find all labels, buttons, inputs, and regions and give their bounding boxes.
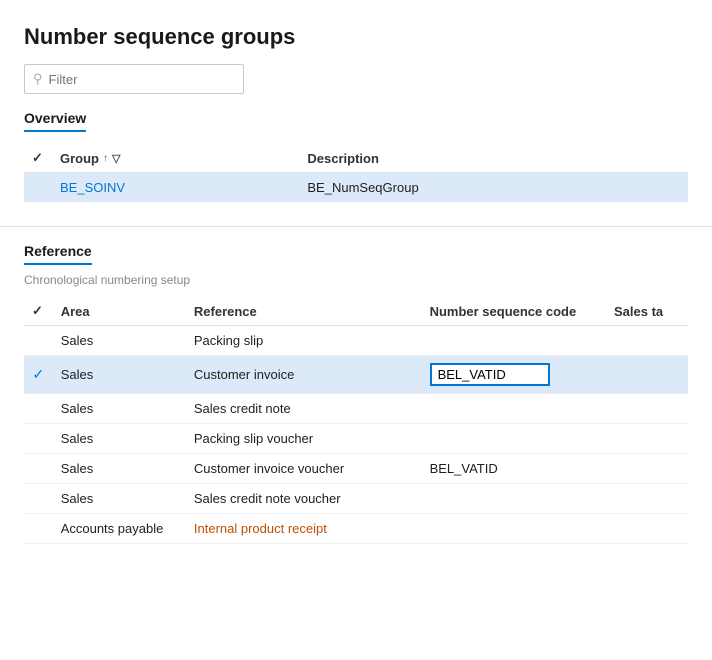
ref-row-numseq[interactable] [422, 356, 606, 394]
ref-row-numseq [422, 424, 606, 454]
ref-row-area: Accounts payable [53, 514, 186, 544]
reference-sublabel: Chronological numbering setup [24, 273, 688, 287]
ref-row-check: ✓ [24, 356, 53, 394]
ref-row-reference: Customer invoice [186, 356, 422, 394]
ref-row-check [24, 326, 53, 356]
table-row[interactable]: Sales Packing slip [24, 326, 688, 356]
ref-col-area: Area [53, 297, 186, 326]
row-group-cell: BE_SOINV [52, 173, 299, 203]
table-row[interactable]: Sales Packing slip voucher [24, 424, 688, 454]
check-header-icon: ✓ [32, 150, 43, 165]
ref-row-numseq [422, 514, 606, 544]
reference-table: ✓ Area Reference Number sequence code Sa… [24, 297, 688, 544]
ref-row-numseq [422, 484, 606, 514]
row-description-cell: BE_NumSeqGroup [299, 173, 688, 203]
overview-col-description: Description [299, 144, 688, 173]
ref-row-reference: Customer invoice voucher [186, 454, 422, 484]
main-page: Number sequence groups ⚲ Overview ✓ Grou… [0, 0, 712, 660]
ref-check-header: ✓ [32, 303, 43, 318]
row-check-cell [24, 173, 52, 203]
tab-reference[interactable]: Reference [24, 243, 92, 265]
ref-row-check [24, 394, 53, 424]
filter-bar[interactable]: ⚲ [24, 64, 244, 94]
ref-row-salesta [606, 454, 688, 484]
ref-row-area: Sales [53, 424, 186, 454]
ref-row-salesta [606, 514, 688, 544]
ref-row-check [24, 514, 53, 544]
group-col-label: Group [60, 151, 99, 166]
ref-row-area: Sales [53, 454, 186, 484]
ref-row-check [24, 484, 53, 514]
group-filter-icon[interactable]: ▽ [112, 152, 120, 165]
filter-input[interactable] [49, 72, 235, 87]
ref-row-reference: Packing slip voucher [186, 424, 422, 454]
section-divider [0, 226, 712, 227]
ref-col-salesta: Sales ta [606, 297, 688, 326]
ref-row-numseq [422, 394, 606, 424]
page-title: Number sequence groups [24, 24, 688, 50]
blue-check-icon: ✓ [32, 366, 44, 382]
ref-row-area: Sales [53, 394, 186, 424]
tab-overview[interactable]: Overview [24, 110, 86, 132]
overview-col-check: ✓ [24, 144, 52, 173]
numseq-input[interactable] [430, 363, 550, 386]
search-icon: ⚲ [33, 71, 43, 87]
ref-col-check: ✓ [24, 297, 53, 326]
ref-row-numseq [422, 326, 606, 356]
ref-row-reference: Sales credit note [186, 394, 422, 424]
ref-row-salesta [606, 326, 688, 356]
ref-row-salesta [606, 484, 688, 514]
ref-row-salesta [606, 356, 688, 394]
table-row[interactable]: Sales Sales credit note [24, 394, 688, 424]
ref-row-reference: Internal product receipt [186, 514, 422, 544]
table-row[interactable]: Sales Sales credit note voucher [24, 484, 688, 514]
overview-table: ✓ Group ↑ ▽ Description BE_SOINV BE_NumS… [24, 144, 688, 202]
ref-col-numseq: Number sequence code [422, 297, 606, 326]
ref-row-reference: Sales credit note voucher [186, 484, 422, 514]
ref-row-check [24, 424, 53, 454]
sort-asc-icon[interactable]: ↑ [103, 153, 108, 164]
table-row[interactable]: Sales Customer invoice voucher BEL_VATID [24, 454, 688, 484]
ref-row-area: Sales [53, 484, 186, 514]
ref-row-salesta [606, 424, 688, 454]
table-row[interactable]: ✓ Sales Customer invoice [24, 356, 688, 394]
ref-row-reference: Packing slip [186, 326, 422, 356]
ref-row-salesta [606, 394, 688, 424]
ref-row-area: Sales [53, 326, 186, 356]
table-row[interactable]: BE_SOINV BE_NumSeqGroup [24, 173, 688, 203]
ref-row-numseq: BEL_VATID [422, 454, 606, 484]
ref-row-area: Sales [53, 356, 186, 394]
table-row[interactable]: Accounts payable Internal product receip… [24, 514, 688, 544]
overview-col-group: Group ↑ ▽ [52, 144, 299, 173]
ref-col-reference: Reference [186, 297, 422, 326]
ref-row-check [24, 454, 53, 484]
